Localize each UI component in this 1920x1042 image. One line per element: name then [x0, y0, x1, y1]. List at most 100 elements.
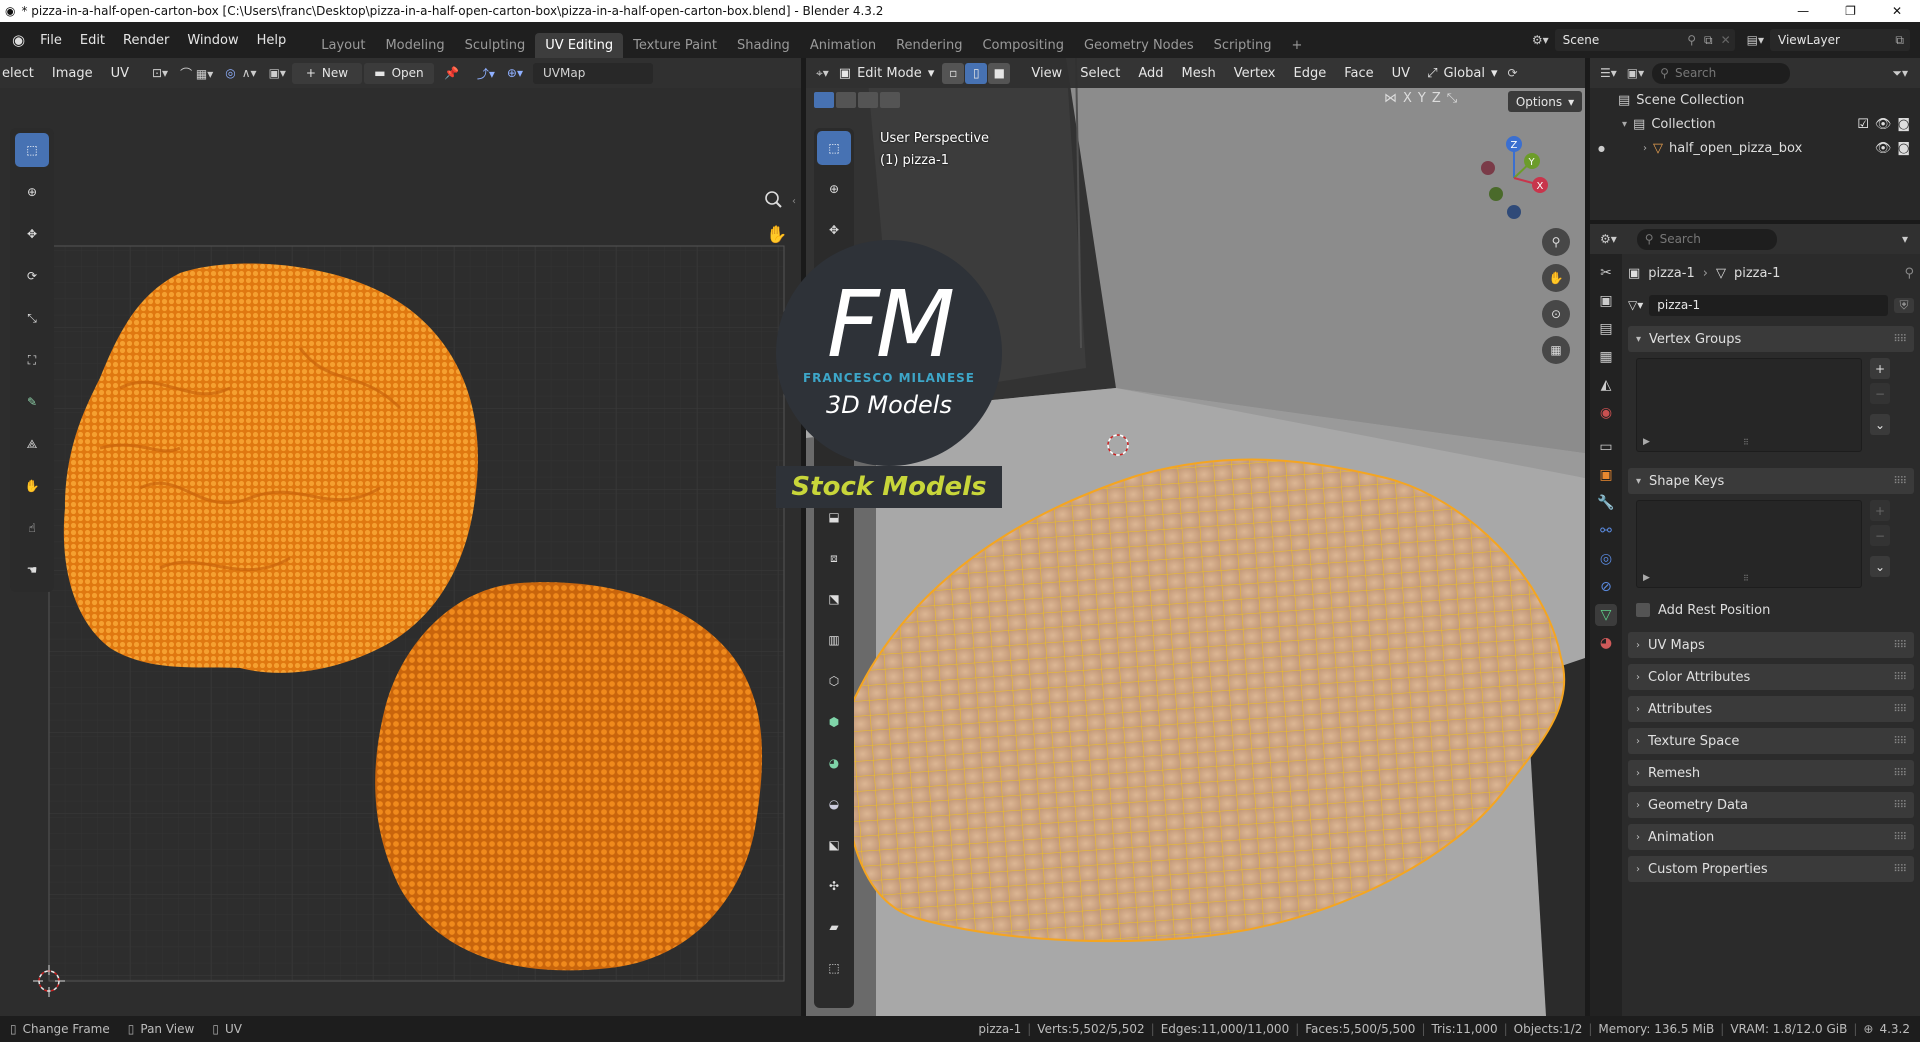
display-mode-icon[interactable]: ▣▾	[1627, 66, 1644, 80]
zoom-icon[interactable]: ⚲	[1542, 228, 1570, 256]
new-scene-icon[interactable]: ⧉	[1704, 33, 1713, 48]
cursor-icon[interactable]: ⊕	[15, 175, 49, 209]
visibility-eye-icon[interactable]: 👁	[1875, 117, 1892, 132]
uv-maps-panel-header[interactable]: › UV Maps ⠿⠿	[1628, 632, 1914, 658]
pin-icon[interactable]: ⚲	[1904, 266, 1914, 281]
uv-sticky-icon[interactable]: ⊕▾	[507, 66, 523, 80]
blender-menu-icon[interactable]: ◉	[12, 31, 25, 49]
vp-select-mode-1[interactable]	[814, 92, 834, 108]
new-view-layer-icon[interactable]: ⧉	[1895, 33, 1904, 48]
tab-shading[interactable]: Shading	[727, 33, 800, 58]
minimize-button[interactable]: —	[1779, 4, 1827, 18]
tab-modeling[interactable]: Modeling	[375, 33, 454, 58]
remesh-panel-header[interactable]: › Remesh ⠿⠿	[1628, 760, 1914, 786]
properties-search[interactable]: ⚲ Search	[1636, 228, 1777, 250]
scene-collection-row[interactable]: ▤ Scene Collection	[1590, 88, 1920, 112]
expand-icon[interactable]: ▾	[1622, 119, 1627, 130]
vp-move-icon[interactable]: ✥	[817, 213, 851, 247]
options-button[interactable]: Options ▾	[1508, 91, 1582, 112]
image-browse-icon[interactable]: ▣▾	[269, 66, 286, 80]
fake-user-icon[interactable]: ⛨	[1894, 297, 1914, 313]
camera-icon[interactable]: ⊙	[1542, 300, 1570, 328]
add-vertex-group-button[interactable]: +	[1870, 358, 1890, 379]
scene-type-icon[interactable]: ⚙▾	[1532, 33, 1549, 47]
add-shape-key-button[interactable]: +	[1870, 500, 1890, 521]
vp-select-mode-3[interactable]	[858, 92, 878, 108]
menu-edit[interactable]: Edit	[71, 33, 114, 48]
proportional-edit-icon[interactable]: ◎	[225, 66, 235, 80]
uvmap-field[interactable]: UVMap	[533, 62, 653, 84]
drag-handle-icon[interactable]: ⠿⠿	[1893, 800, 1907, 811]
vp-select-box-icon[interactable]: ⬚	[817, 131, 851, 165]
viewport-menu-uv[interactable]: UV	[1383, 66, 1419, 81]
shape-key-menu-button[interactable]: ⌄	[1870, 556, 1890, 577]
hand-pan-icon[interactable]: ✋	[1542, 264, 1570, 292]
geometry-data-panel-header[interactable]: › Geometry Data ⠿⠿	[1628, 792, 1914, 818]
face-select-icon[interactable]: ■	[988, 62, 1011, 84]
remove-shape-key-button[interactable]: −	[1870, 525, 1890, 546]
grab-icon[interactable]: ✋	[15, 469, 49, 503]
menu-help[interactable]: Help	[248, 33, 296, 48]
network-icon[interactable]: ⊕	[1863, 1022, 1873, 1036]
vertex-groups-list[interactable]: ▶ ⠿	[1636, 358, 1862, 452]
drag-handle-icon[interactable]: ⠿⠿	[1893, 672, 1907, 683]
custom-properties-panel-header[interactable]: › Custom Properties ⠿⠿	[1628, 856, 1914, 882]
tab-sculpting[interactable]: Sculpting	[455, 33, 536, 58]
particles-tab-icon[interactable]: ⚯	[1595, 520, 1617, 542]
vp-select-mode-2[interactable]	[836, 92, 856, 108]
menu-window[interactable]: Window	[178, 33, 247, 48]
drag-handle-icon[interactable]: ⠿⠿	[1893, 768, 1907, 779]
tab-rendering[interactable]: Rendering	[886, 33, 972, 58]
pivot-point-icon[interactable]: ⟳	[1507, 66, 1517, 80]
drag-handle-icon[interactable]: ⠿⠿	[1893, 736, 1907, 747]
new-image-button[interactable]: + New	[291, 62, 362, 84]
drag-handle-icon[interactable]: ⠿⠿	[1893, 334, 1907, 345]
menu-file[interactable]: File	[31, 33, 71, 48]
scale-icon[interactable]: ⤡	[15, 301, 49, 335]
filter-icon[interactable]: ⏷▾	[1892, 66, 1908, 81]
list-resize-icon[interactable]: ⠿	[1743, 438, 1749, 447]
navigation-gizmo[interactable]: Z Y X	[1466, 128, 1566, 228]
tab-uv-editing[interactable]: UV Editing	[535, 33, 624, 58]
data-tab-icon[interactable]: ▽	[1595, 604, 1617, 626]
outliner-search[interactable]: ⚲ Search	[1652, 62, 1791, 84]
vp-cursor-icon[interactable]: ⊕	[817, 172, 851, 206]
drag-handle-icon[interactable]: ⠿⠿	[1893, 704, 1907, 715]
add-workspace-icon[interactable]: +	[1281, 33, 1312, 58]
uv-menu-uv[interactable]: UV	[102, 66, 138, 81]
pivot-icon[interactable]: ⊡▾	[152, 66, 168, 80]
remove-scene-icon[interactable]: ✕	[1721, 33, 1731, 47]
edge-slide-icon[interactable]: ⬕	[817, 828, 851, 862]
shrink-fatten-icon[interactable]: ✣	[817, 869, 851, 903]
modifier-tab-icon[interactable]: 🔧	[1595, 492, 1617, 514]
output-tab-icon[interactable]: ▤	[1595, 318, 1617, 340]
physics-tab-icon[interactable]: ◎	[1595, 548, 1617, 570]
drag-handle-icon[interactable]: ⠿⠿	[1893, 640, 1907, 651]
rotate-icon[interactable]: ⟳	[15, 259, 49, 293]
perspective-grid-icon[interactable]: ▦	[1542, 336, 1570, 364]
topology-icon[interactable]: ⤡	[1447, 91, 1457, 106]
shear-icon[interactable]: ▰	[817, 910, 851, 944]
transform-icon[interactable]: ⛶	[15, 343, 49, 377]
menu-render[interactable]: Render	[114, 33, 178, 48]
viewport-menu-view[interactable]: View	[1022, 66, 1071, 81]
vertex-select-icon[interactable]: ▫	[942, 62, 965, 84]
add-rest-position-row[interactable]: Add Rest Position	[1628, 598, 1914, 622]
open-image-button[interactable]: ▬ Open	[363, 62, 434, 84]
list-resize-icon[interactable]: ⠿	[1743, 574, 1749, 583]
falloff-icon[interactable]: ∧▾	[242, 66, 257, 80]
color-attributes-panel-header[interactable]: › Color Attributes ⠿⠿	[1628, 664, 1914, 690]
properties-type-icon[interactable]: ⚙▾	[1600, 232, 1617, 246]
smooth-icon[interactable]: ◒	[817, 787, 851, 821]
uv-canvas[interactable]: ✋ ‹	[0, 88, 801, 1016]
poly-build-icon[interactable]: ⬢	[817, 705, 851, 739]
tab-scripting[interactable]: Scripting	[1204, 33, 1282, 58]
world-tab-icon[interactable]: ◉	[1595, 402, 1617, 424]
uv-sidebar-toggle[interactable]: ‹	[792, 196, 796, 207]
render-tab-icon[interactable]: ▣	[1595, 290, 1617, 312]
uv-pan-icon[interactable]: ✋	[766, 224, 787, 245]
drag-handle-icon[interactable]: ⠿⠿	[1893, 832, 1907, 843]
remove-vertex-group-button[interactable]: −	[1870, 383, 1890, 404]
attributes-panel-header[interactable]: › Attributes ⠿⠿	[1628, 696, 1914, 722]
viewport-menu-edge[interactable]: Edge	[1285, 66, 1336, 81]
